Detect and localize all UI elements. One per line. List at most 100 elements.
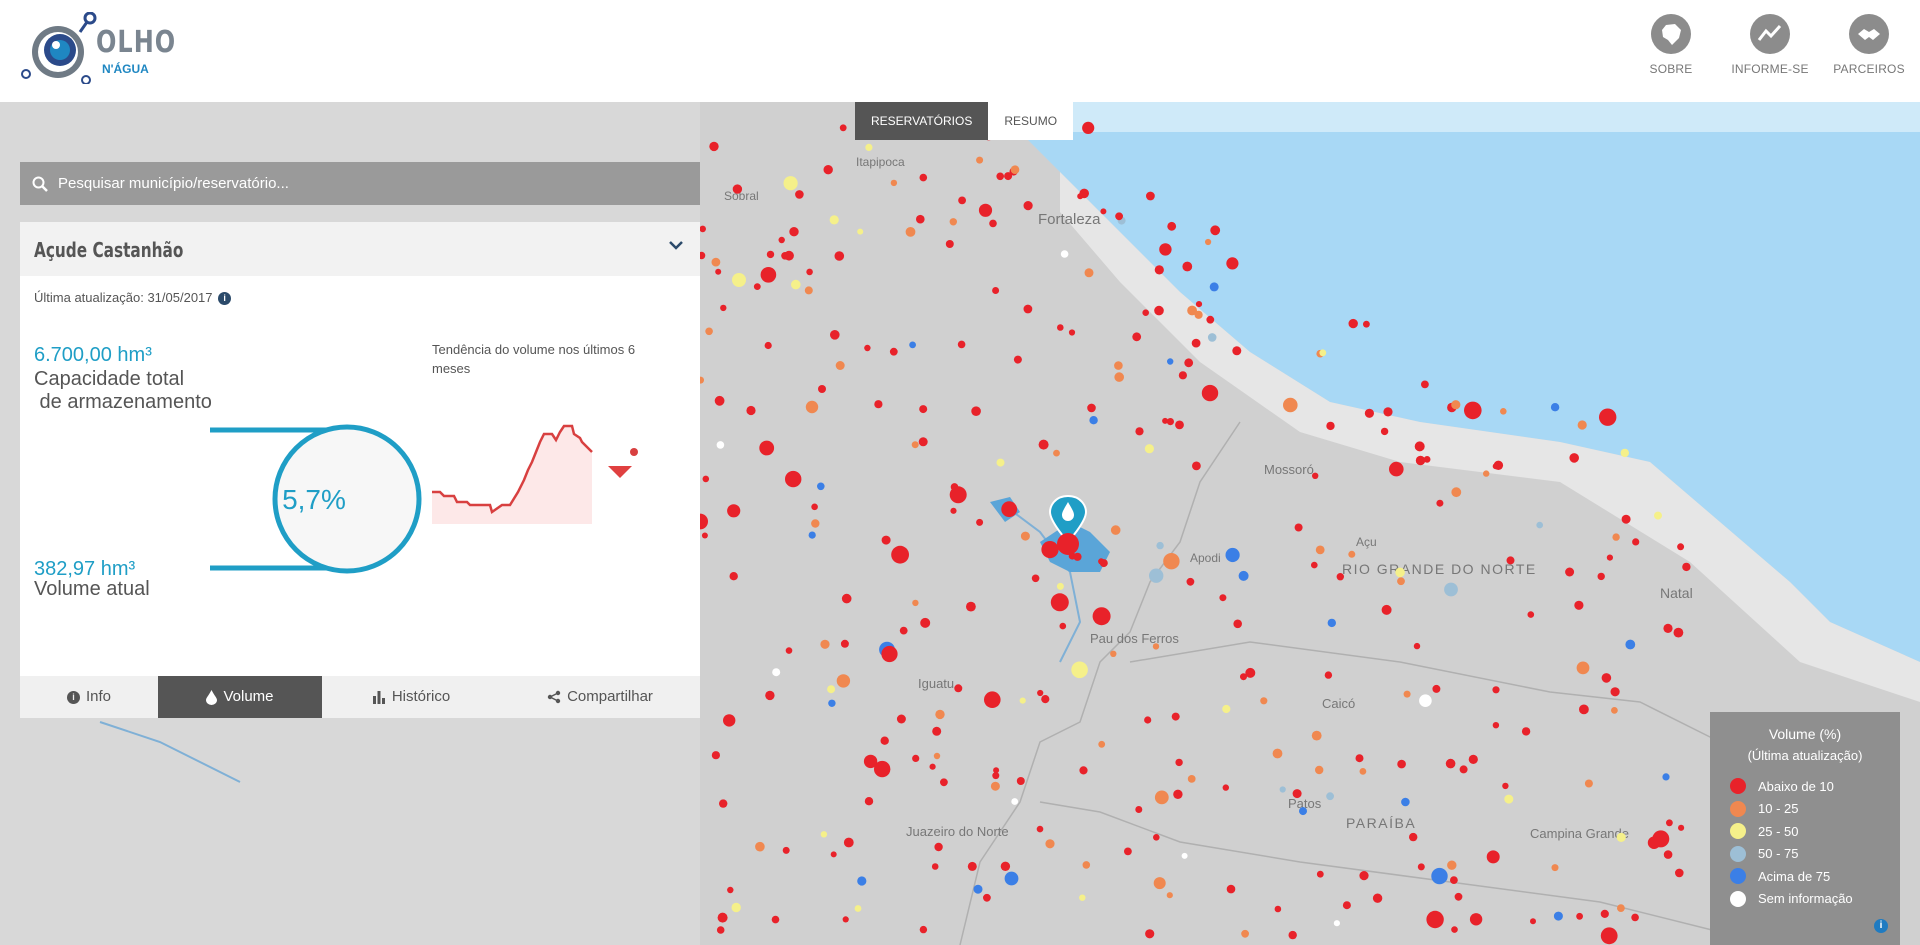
reservoir-dot[interactable]: [1611, 707, 1618, 714]
reservoir-dot[interactable]: [727, 504, 741, 518]
reservoir-dot[interactable]: [731, 902, 741, 913]
reservoir-dot[interactable]: [1153, 877, 1166, 890]
reservoir-dot[interactable]: [1601, 673, 1612, 683]
reservoir-dot[interactable]: [992, 287, 1000, 294]
reservoir-dot[interactable]: [1432, 684, 1441, 693]
reservoir-dot[interactable]: [836, 674, 851, 688]
reservoir-dot[interactable]: [911, 441, 919, 449]
reservoir-dot[interactable]: [806, 268, 813, 276]
reservoir-dot[interactable]: [1195, 301, 1203, 308]
reservoir-dot[interactable]: [1616, 832, 1626, 843]
reservoir-dot[interactable]: [1225, 547, 1240, 563]
reservoir-dot[interactable]: [732, 273, 746, 287]
reservoir-dot[interactable]: [1348, 550, 1356, 558]
reservoir-dot[interactable]: [1226, 257, 1239, 270]
reservoir-dot[interactable]: [1621, 514, 1631, 524]
reservoir-dot[interactable]: [854, 905, 862, 912]
reservoir-dot[interactable]: [840, 639, 849, 648]
reservoir-dot[interactable]: [984, 691, 1001, 708]
legend-info-icon[interactable]: i: [1874, 919, 1888, 933]
reservoir-dot[interactable]: [699, 225, 706, 233]
reservoir-dot[interactable]: [1060, 250, 1069, 258]
reservoir-dot[interactable]: [1527, 611, 1535, 618]
reservoir-dot[interactable]: [940, 778, 948, 787]
reservoir-dot[interactable]: [1409, 832, 1418, 842]
reservoir-dot[interactable]: [1324, 671, 1333, 679]
reservoir-dot[interactable]: [1152, 643, 1160, 650]
reservoir-dot[interactable]: [829, 215, 839, 225]
reservoir-dot[interactable]: [1166, 418, 1174, 426]
reservoir-dot[interactable]: [1154, 790, 1169, 805]
reservoir-dot[interactable]: [1363, 320, 1370, 328]
reservoir-dot[interactable]: [1087, 403, 1096, 413]
reservoir-dot[interactable]: [719, 799, 728, 808]
reservoir-dot[interactable]: [967, 861, 977, 871]
reservoir-dot[interactable]: [1464, 401, 1482, 420]
reservoir-dot[interactable]: [989, 219, 997, 228]
reservoir-dot[interactable]: [1056, 582, 1064, 590]
reservoir-dot[interactable]: [755, 841, 765, 852]
reservoir-dot[interactable]: [1447, 860, 1457, 870]
reservoir-dot[interactable]: [1319, 349, 1327, 357]
reservoir-dot[interactable]: [789, 227, 799, 237]
reservoir-dot[interactable]: [1647, 836, 1661, 849]
reservoir-dot[interactable]: [1142, 309, 1149, 316]
reservoir-dot[interactable]: [823, 165, 833, 175]
reservoir-dot[interactable]: [729, 572, 738, 581]
reservoir-dot[interactable]: [1098, 740, 1106, 748]
reservoir-dot[interactable]: [1110, 650, 1117, 657]
reservoir-dot[interactable]: [782, 846, 790, 854]
reservoir-dot[interactable]: [1166, 892, 1173, 899]
reservoir-dot[interactable]: [1500, 408, 1507, 415]
reservoir-dot[interactable]: [1483, 470, 1490, 477]
reservoir-dot[interactable]: [1469, 913, 1483, 926]
reservoir-dot[interactable]: [1132, 332, 1142, 342]
reservoir-dot[interactable]: [881, 535, 891, 545]
reservoir-dot[interactable]: [919, 405, 928, 414]
reservoir-dot[interactable]: [760, 267, 777, 283]
reservoir-dot[interactable]: [1219, 594, 1227, 602]
reservoir-dot[interactable]: [791, 279, 801, 290]
reservoir-dot[interactable]: [841, 593, 852, 604]
reservoir-dot[interactable]: [1178, 371, 1187, 380]
reservoir-dot[interactable]: [1292, 789, 1302, 799]
reservoir-dot[interactable]: [1110, 525, 1121, 535]
reservoir-dot[interactable]: [1530, 918, 1536, 925]
reservoir-dot[interactable]: [1431, 867, 1448, 885]
reservoir-dot[interactable]: [1381, 604, 1392, 615]
reservoir-dot[interactable]: [1201, 384, 1219, 402]
reservoir-dot[interactable]: [919, 925, 928, 934]
reservoir-dot[interactable]: [1115, 212, 1123, 221]
reservoir-dot[interactable]: [843, 837, 854, 848]
reservoir-dot[interactable]: [920, 617, 931, 628]
reservoir-dot[interactable]: [1625, 639, 1636, 650]
reservoir-dot[interactable]: [714, 395, 725, 406]
reservoir-dot[interactable]: [1050, 593, 1069, 612]
reservoir-dot[interactable]: [727, 886, 734, 894]
reservoir-dot[interactable]: [973, 884, 983, 894]
reservoir-dot[interactable]: [1077, 193, 1084, 200]
reservoir-dot[interactable]: [1372, 893, 1383, 903]
reservoir-dot[interactable]: [949, 486, 967, 504]
reservoir-dot[interactable]: [1031, 574, 1040, 583]
reservoir-dot[interactable]: [1359, 768, 1367, 775]
reservoir-dot[interactable]: [1504, 794, 1514, 804]
reservoir-dot[interactable]: [1294, 523, 1303, 532]
reservoir-dot[interactable]: [834, 251, 845, 261]
reservoir-dot[interactable]: [1436, 499, 1444, 507]
reservoir-dot[interactable]: [1414, 441, 1425, 452]
reservoir-dot[interactable]: [1468, 754, 1478, 765]
reservoir-dot[interactable]: [1156, 541, 1164, 550]
reservoir-dot[interactable]: [1342, 901, 1351, 910]
reservoir-dot[interactable]: [1521, 727, 1531, 736]
reservoir-dot[interactable]: [1020, 531, 1030, 541]
reservoir-dot[interactable]: [1551, 864, 1559, 872]
reservoir-dot[interactable]: [889, 347, 898, 356]
reservoir-dot[interactable]: [1238, 570, 1249, 581]
reservoir-dot[interactable]: [1279, 786, 1286, 793]
reservoir-dot[interactable]: [1205, 238, 1212, 246]
reservoir-dot[interactable]: [1175, 758, 1183, 767]
reservoir-dot[interactable]: [1550, 403, 1560, 412]
reservoir-dot[interactable]: [1057, 324, 1064, 331]
reservoir-dot[interactable]: [709, 141, 719, 152]
